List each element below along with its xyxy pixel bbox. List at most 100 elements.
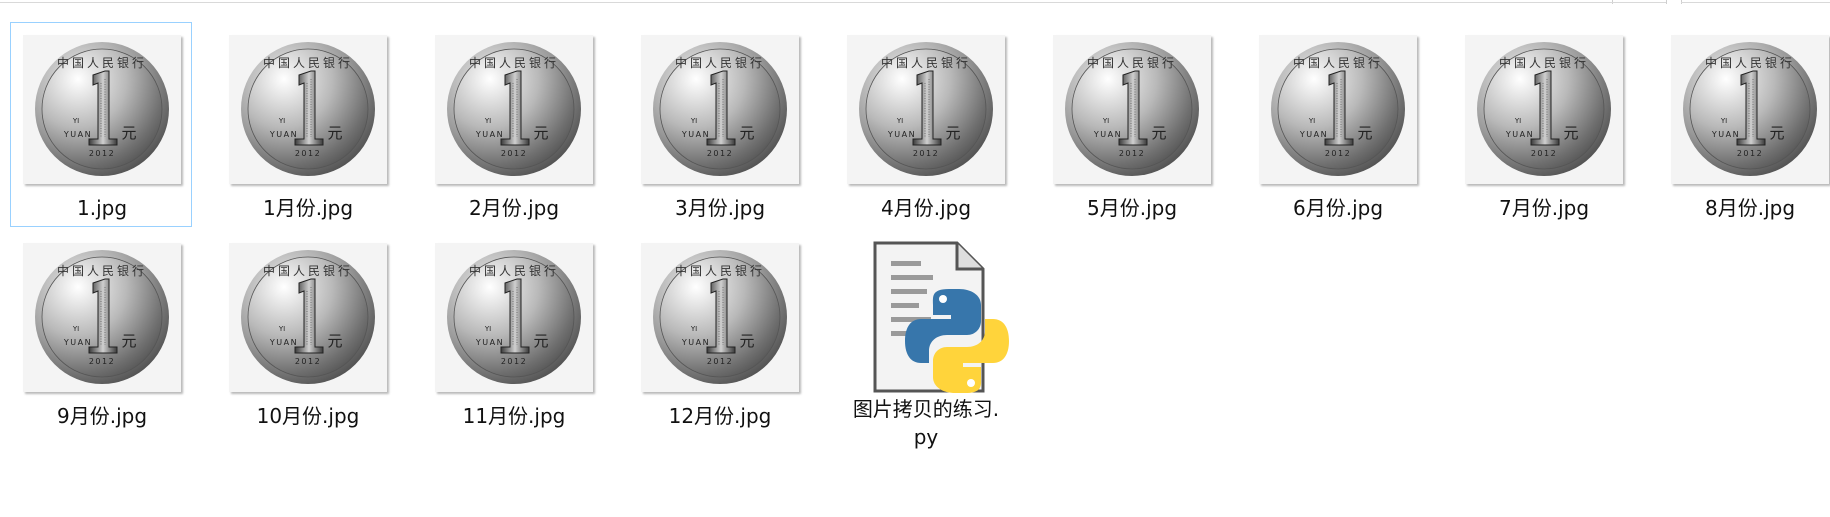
svg-text:YUAN: YUAN [269,130,298,139]
svg-text:元: 元 [327,124,342,142]
svg-text:2012: 2012 [707,149,733,158]
svg-text:2012: 2012 [89,149,115,158]
file-item-8[interactable]: 中国人民银行 YI YUAN 元 2012 7月份.jpg [1452,22,1634,227]
file-thumbnail: 中国人民银行 YI YUAN 元 2012 [229,243,387,392]
file-item-12[interactable]: 中国人民银行 YI YUAN 元 2012 11月份.jpg [422,230,604,435]
file-item-4[interactable]: 中国人民银行 YI YUAN 元 2012 3月份.jpg [628,22,810,227]
svg-text:2012: 2012 [1531,149,1557,158]
svg-text:元: 元 [945,124,960,142]
file-thumbnail: 中国人民银行 YI YUAN 元 2012 [1671,35,1829,184]
svg-text:YI: YI [690,325,697,333]
svg-text:YI: YI [690,117,697,125]
coin-image: 中国人民银行 YI YUAN 元 2012 [653,42,787,176]
coin-image: 中国人民银行 YI YUAN 元 2012 [1683,42,1817,176]
search-box-edge [1681,2,1830,3]
svg-text:中国人民银行: 中国人民银行 [469,55,559,70]
coin-image: 中国人民银行 YI YUAN 元 2012 [447,42,581,176]
file-thumbnail: 中国人民银行 YI YUAN 元 2012 [435,243,593,392]
svg-text:元: 元 [121,124,136,142]
toolbar-edge [0,0,1830,4]
file-item-10[interactable]: 中国人民银行 YI YUAN 元 2012 9月份.jpg [10,230,192,435]
svg-text:2012: 2012 [707,357,733,366]
file-name: 1月份.jpg [262,196,354,220]
svg-text:元: 元 [121,332,136,350]
file-name: 8月份.jpg [1704,196,1796,220]
file-thumbnail: 中国人民银行 YI YUAN 元 2012 [229,35,387,184]
svg-text:中国人民银行: 中国人民银行 [263,263,353,278]
file-item-7[interactable]: 中国人民银行 YI YUAN 元 2012 6月份.jpg [1246,22,1428,227]
file-name: 3月份.jpg [674,196,766,220]
address-bar-edge [0,2,1612,3]
file-name: 2月份.jpg [468,196,560,220]
file-name: 9月份.jpg [56,404,148,428]
svg-text:YI: YI [1308,117,1315,125]
file-item-13[interactable]: 中国人民银行 YI YUAN 元 2012 12月份.jpg [628,230,810,435]
file-thumbnail: 中国人民银行 YI YUAN 元 2012 [23,35,181,184]
file-name: 11月份.jpg [462,404,566,428]
svg-text:YUAN: YUAN [887,130,916,139]
svg-text:YI: YI [896,117,903,125]
file-item-9[interactable]: 中国人民银行 YI YUAN 元 2012 8月份.jpg [1658,22,1830,227]
svg-text:YUAN: YUAN [63,130,92,139]
svg-text:中国人民银行: 中国人民银行 [1087,55,1177,70]
svg-text:中国人民银行: 中国人民银行 [469,263,559,278]
svg-text:YUAN: YUAN [1711,130,1740,139]
file-thumbnail: 中国人民银行 YI YUAN 元 2012 [641,243,799,392]
svg-text:中国人民银行: 中国人民银行 [57,263,147,278]
file-grid: 中国人民银行 YI YUAN 元 2012 1.jpg 中国人民银行 YI YU… [10,22,1830,502]
svg-text:元: 元 [1769,124,1784,142]
file-thumbnail: 中国人民银行 YI YUAN 元 2012 [1259,35,1417,184]
svg-text:YUAN: YUAN [63,338,92,347]
file-name: 10月份.jpg [256,404,360,428]
file-thumbnail: 中国人民银行 YI YUAN 元 2012 [1465,35,1623,184]
refresh-button-edge [1612,2,1666,3]
divider [1666,0,1667,4]
python-file-icon [873,241,1009,393]
svg-text:中国人民银行: 中国人民银行 [675,55,765,70]
coin-image: 中国人民银行 YI YUAN 元 2012 [653,250,787,384]
file-item-6[interactable]: 中国人民银行 YI YUAN 元 2012 5月份.jpg [1040,22,1222,227]
file-name: 5月份.jpg [1086,196,1178,220]
file-item-11[interactable]: 中国人民银行 YI YUAN 元 2012 10月份.jpg [216,230,398,435]
file-item-2[interactable]: 中国人民银行 YI YUAN 元 2012 1月份.jpg [216,22,398,227]
svg-text:中国人民银行: 中国人民银行 [1499,55,1589,70]
coin-image: 中国人民银行 YI YUAN 元 2012 [241,250,375,384]
file-name: 图片拷贝的练习. py [835,395,1017,451]
file-name: 6月份.jpg [1292,196,1384,220]
svg-text:YI: YI [1102,117,1109,125]
file-item-1[interactable]: 中国人民银行 YI YUAN 元 2012 1.jpg [10,22,192,227]
svg-text:YUAN: YUAN [475,130,504,139]
svg-text:中国人民银行: 中国人民银行 [675,263,765,278]
svg-text:YUAN: YUAN [1505,130,1534,139]
svg-text:2012: 2012 [1325,149,1351,158]
svg-text:元: 元 [327,332,342,350]
svg-text:元: 元 [1357,124,1372,142]
svg-text:2012: 2012 [1737,149,1763,158]
svg-text:YUAN: YUAN [1299,130,1328,139]
file-item-3[interactable]: 中国人民银行 YI YUAN 元 2012 2月份.jpg [422,22,604,227]
svg-text:YI: YI [278,117,285,125]
file-name-line-1: 图片拷贝的练习. [852,397,1000,421]
file-thumbnail: 中国人民银行 YI YUAN 元 2012 [1053,35,1211,184]
file-name: 1.jpg [76,196,128,220]
svg-text:元: 元 [1563,124,1578,142]
coin-image: 中国人民银行 YI YUAN 元 2012 [35,250,169,384]
svg-text:2012: 2012 [1119,149,1145,158]
coin-image: 中国人民银行 YI YUAN 元 2012 [447,250,581,384]
svg-text:中国人民银行: 中国人民银行 [57,55,147,70]
file-name: 12月份.jpg [668,404,772,428]
coin-image: 中国人民银行 YI YUAN 元 2012 [241,42,375,176]
file-name: 7月份.jpg [1498,196,1590,220]
svg-text:元: 元 [1151,124,1166,142]
file-name: 4月份.jpg [880,196,972,220]
svg-text:元: 元 [739,332,754,350]
file-item-python[interactable]: 图片拷贝的练习. py [834,230,1016,449]
file-item-5[interactable]: 中国人民银行 YI YUAN 元 2012 4月份.jpg [834,22,1016,227]
svg-text:中国人民银行: 中国人民银行 [1705,55,1795,70]
svg-text:2012: 2012 [501,149,527,158]
svg-text:YUAN: YUAN [475,338,504,347]
svg-text:元: 元 [739,124,754,142]
file-thumbnail: 中国人民银行 YI YUAN 元 2012 [435,35,593,184]
svg-text:YI: YI [278,325,285,333]
svg-text:YI: YI [484,325,491,333]
